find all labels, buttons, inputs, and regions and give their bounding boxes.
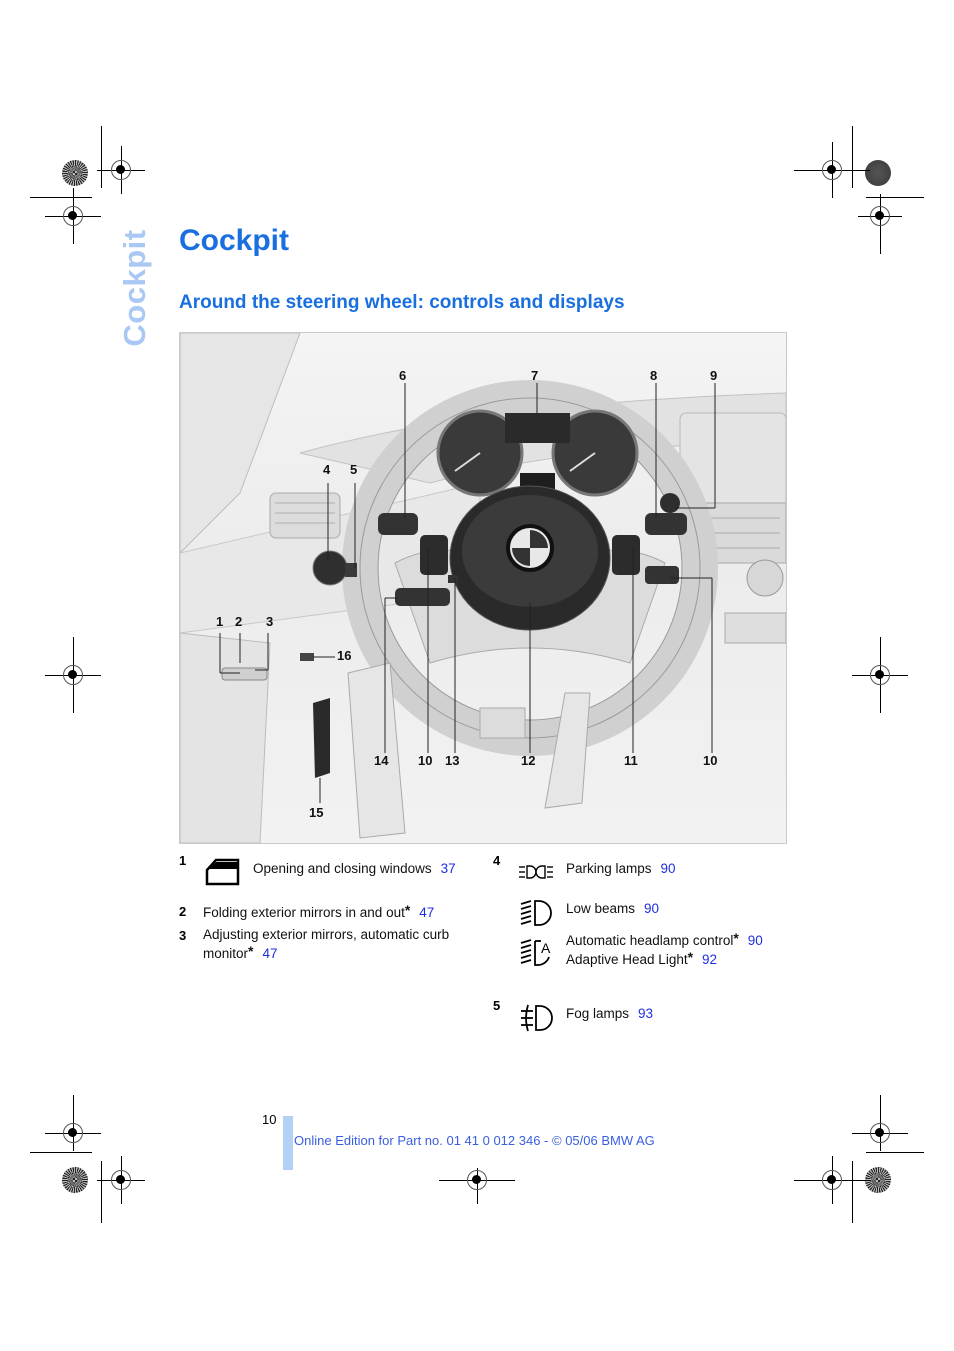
svg-text:A: A bbox=[541, 940, 551, 956]
callout-11-right: 11 bbox=[624, 753, 638, 768]
start-stop-button bbox=[660, 493, 680, 513]
side-chapter-label: Cockpit bbox=[117, 228, 152, 347]
callout-9: 9 bbox=[710, 368, 718, 383]
legend-number: 3 bbox=[179, 928, 187, 943]
registration-star-icon bbox=[62, 1167, 88, 1193]
registration-star-icon bbox=[865, 160, 891, 186]
radio-panel bbox=[724, 612, 786, 644]
callout-6: 6 bbox=[399, 368, 407, 383]
callout-12: 12 bbox=[521, 753, 536, 768]
cockpit-illustration: 6 7 8 9 4 5 1 2 3 16 14 10 13 12 11 10 1… bbox=[179, 332, 787, 844]
callout-16: 16 bbox=[337, 648, 352, 663]
page-link[interactable]: 37 bbox=[441, 861, 456, 876]
legend-number: 5 bbox=[493, 998, 501, 1013]
callout-11-left: 10 bbox=[418, 753, 433, 768]
edition-notice: Online Edition for Part no. 01 41 0 012 … bbox=[294, 1133, 655, 1148]
page-link[interactable]: 93 bbox=[638, 1006, 653, 1021]
page-number: 10 bbox=[262, 1112, 277, 1127]
left-wheel-buttons bbox=[420, 535, 448, 575]
callout-4: 4 bbox=[323, 462, 331, 477]
callout-5: 5 bbox=[350, 462, 358, 477]
parking-brake-release bbox=[300, 653, 314, 661]
light-switch bbox=[312, 550, 348, 586]
legend-item-adaptive-head-light: Adaptive Head Light* 92 bbox=[566, 949, 718, 967]
page-link[interactable]: 90 bbox=[661, 861, 676, 876]
legend-number: 4 bbox=[493, 853, 501, 868]
fog-lamps-icon bbox=[521, 1004, 553, 1032]
air-vent-left bbox=[269, 492, 341, 539]
callout-8: 8 bbox=[650, 368, 658, 383]
driver-door bbox=[180, 632, 271, 843]
low-beams-icon bbox=[520, 900, 552, 926]
footer-accent-bar bbox=[283, 1116, 293, 1170]
callout-13: 13 bbox=[445, 753, 460, 768]
automatic-headlamp-icon: A bbox=[520, 939, 551, 966]
legend-number: 1 bbox=[179, 853, 187, 868]
legend-item-adjust-mirrors: Adjusting exterior mirrors, automatic cu… bbox=[203, 927, 450, 961]
turn-signal-stalk bbox=[378, 513, 418, 535]
legend-item-parking-lamps: Parking lamps 90 bbox=[566, 861, 676, 876]
right-wheel-buttons bbox=[612, 535, 640, 575]
parking-lamps-icon bbox=[519, 865, 553, 879]
side-chapter-tab: Cockpit bbox=[117, 228, 152, 347]
section-heading: Around the steering wheel: controls and … bbox=[179, 292, 625, 313]
cockpit-drawing bbox=[180, 333, 786, 843]
horn-lever bbox=[448, 575, 458, 583]
registration-star-icon bbox=[62, 160, 88, 186]
legend-item-automatic-headlamp: Automatic headlamp control* 90 Adaptive H… bbox=[566, 930, 763, 967]
page-link[interactable]: 90 bbox=[748, 933, 763, 948]
callout-2: 2 bbox=[235, 614, 243, 629]
legend-item-folding-mirrors: Folding exterior mirrors in and out* 47 bbox=[203, 902, 435, 920]
cruise-control-lever bbox=[395, 588, 450, 606]
page-link[interactable]: 92 bbox=[702, 952, 717, 967]
page-link[interactable]: 90 bbox=[644, 901, 659, 916]
hood-release bbox=[313, 698, 330, 778]
steptronic-paddle bbox=[645, 566, 679, 584]
callout-1: 1 bbox=[216, 614, 224, 629]
legend-number: 2 bbox=[179, 904, 187, 919]
callout-14: 14 bbox=[374, 753, 389, 768]
page-link[interactable]: 47 bbox=[262, 946, 277, 961]
brake-pedal bbox=[479, 707, 526, 739]
legend-item-low-beams: Low beams 90 bbox=[566, 901, 660, 916]
window-door-icon bbox=[205, 858, 240, 886]
wiper-stalk bbox=[645, 513, 687, 535]
callout-15: 15 bbox=[309, 805, 324, 820]
page-title: Cockpit bbox=[179, 224, 290, 257]
control-knob bbox=[746, 559, 784, 597]
legend-item-windows: Opening and closing windows 37 bbox=[253, 861, 456, 876]
legend-item-fog-lamps: Fog lamps 93 bbox=[566, 1006, 654, 1021]
page-link[interactable]: 47 bbox=[419, 905, 434, 920]
callout-7: 7 bbox=[531, 368, 539, 383]
callout-10: 10 bbox=[703, 753, 718, 768]
callout-3: 3 bbox=[266, 614, 274, 629]
